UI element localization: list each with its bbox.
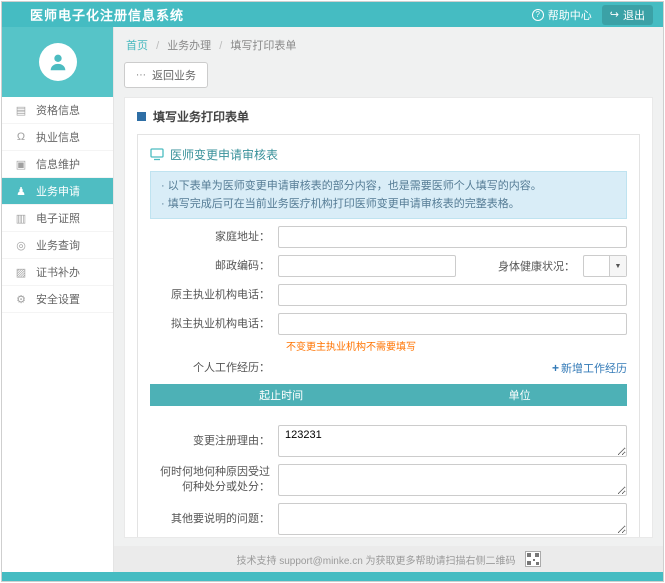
change-reason-textarea[interactable]: 123231 [278,425,627,457]
practice-icon: Ω [15,131,27,143]
postal-code-input[interactable] [278,255,456,277]
section-title: 填写业务打印表单 [137,108,640,125]
footer-text: 技术支持 support@minke.cn 为获取更多帮助请扫描右侧二维码 [236,552,515,567]
info-line: 以下表单为医师变更申请审核表的部分内容，也是需要医师个人填写的内容。 [161,177,616,195]
add-work-history-link[interactable]: + 新增工作经历 [552,360,627,376]
original-org-phone-label: 原主执业机构电话： [150,288,278,303]
sidebar-item-e-certificate[interactable]: ▥ 电子证照 [2,205,113,232]
sidebar-item-qualification-info[interactable]: ▤ 资格信息 [2,97,113,124]
sidebar-item-label: 业务申请 [36,183,80,199]
form-document-icon [150,148,164,161]
change-reason-label: 变更注册理由： [150,434,278,449]
help-label: 帮助中心 [548,7,592,23]
home-address-label: 家庭地址： [150,230,278,245]
proposed-org-phone-input[interactable] [278,313,627,335]
breadcrumb-separator: / [219,40,222,52]
business-application-icon: ♟ [15,185,27,198]
maintenance-icon: ▣ [15,158,27,171]
sidebar-item-label: 信息维护 [36,156,80,172]
column-header-unit: 单位 [412,387,627,403]
home-address-input[interactable] [278,226,627,248]
certificate-reissue-icon: ▨ [15,266,27,279]
column-header-period: 起止时间 [150,387,412,403]
logout-label: 退出 [623,7,645,23]
sidebar-item-label: 业务查询 [36,237,80,253]
top-header: 医师电子化注册信息系统 ? 帮助中心 ↪ 退出 [2,2,663,27]
back-icon: ⋯ [136,70,146,81]
qualification-icon: ▤ [15,104,27,117]
punishment-label: 何时何地何种原因受过何种处分或处分： [150,465,278,495]
work-history-table: 起止时间 单位 [150,384,627,418]
work-history-table-header: 起止时间 单位 [150,384,627,406]
sidebar-item-practice-info[interactable]: Ω 执业信息 [2,124,113,151]
e-certificate-icon: ▥ [15,212,27,225]
sidebar-item-business-application[interactable]: ♟ 业务申请 [2,178,113,205]
business-query-icon: ◎ [15,239,27,252]
breadcrumb-separator: / [156,40,159,52]
avatar[interactable] [39,43,77,81]
card-title-text: 医师变更申请审核表 [170,146,278,163]
breadcrumb-business[interactable]: 业务办理 [167,40,211,52]
work-history-label: 个人工作经历： [150,361,278,376]
help-center-link[interactable]: ? 帮助中心 [532,7,592,23]
original-org-phone-input[interactable] [278,284,627,306]
sidebar-item-certificate-reissue[interactable]: ▨ 证书补办 [2,259,113,286]
sidebar-item-label: 资格信息 [36,102,80,118]
breadcrumb-current: 填写打印表单 [230,40,296,52]
chevron-down-icon: ▼ [609,256,626,276]
section-square-icon [137,112,146,121]
sidebar-item-label: 执业信息 [36,129,80,145]
punishment-textarea[interactable] [278,464,627,496]
app-title: 医师电子化注册信息系统 [30,5,184,24]
info-line: 填写完成后可在当前业务医疗机构打印医师变更申请审核表的完整表格。 [161,195,616,213]
breadcrumb-home[interactable]: 首页 [126,40,148,52]
proposed-org-phone-label: 拟主执业机构电话： [150,317,278,332]
help-icon: ? [532,9,544,21]
sidebar-item-security-settings[interactable]: ⚙ 安全设置 [2,286,113,313]
card-title: 医师变更申请审核表 [150,144,627,171]
health-status-label: 身体健康状况： [498,258,575,274]
other-issues-textarea[interactable] [278,503,627,535]
plus-icon: + [552,361,559,375]
add-work-history-label: 新增工作经历 [561,360,627,376]
qr-code-icon [525,551,541,567]
security-settings-icon: ⚙ [15,293,27,306]
back-button-label: 返回业务 [152,67,196,83]
breadcrumb: 首页 / 业务办理 / 填写打印表单 [124,35,653,62]
sidebar-item-info-maintenance[interactable]: ▣ 信息维护 [2,151,113,178]
sidebar-item-label: 电子证照 [36,210,80,226]
logout-button[interactable]: ↪ 退出 [602,5,653,25]
sidebar: ▤ 资格信息 Ω 执业信息 ▣ 信息维护 ♟ 业务申请 ▥ 电子证照 ◎ 业务查… [2,27,114,572]
sidebar-item-label: 证书补办 [36,264,80,280]
logout-icon: ↪ [610,8,619,21]
back-to-business-button[interactable]: ⋯ 返回业务 [124,62,208,88]
work-history-table-body [150,406,627,418]
postal-code-label: 邮政编码： [150,259,278,274]
review-form-card: 医师变更申请审核表 以下表单为医师变更申请审核表的部分内容，也是需要医师个人填写… [137,134,640,538]
bottom-accent-strip [2,572,663,581]
doctor-icon [47,51,69,73]
main-content: 首页 / 业务办理 / 填写打印表单 ⋯ 返回业务 填写业务打印表单 [114,27,663,572]
avatar-block [2,27,113,97]
other-issues-label: 其他要说明的问题： [150,512,278,527]
info-box: 以下表单为医师变更申请审核表的部分内容，也是需要医师个人填写的内容。 填写完成后… [150,171,627,219]
form-panel: 填写业务打印表单 医师变更申请审核表 以下表单为医师变更申请审核表的部分内容，也… [124,97,653,538]
proposed-org-phone-note: 不变更主执业机构不需要填写 [286,335,627,353]
app-window: 医师电子化注册信息系统 ? 帮助中心 ↪ 退出 [1,1,664,582]
sidebar-item-business-query[interactable]: ◎ 业务查询 [2,232,113,259]
footer: 技术支持 support@minke.cn 为获取更多帮助请扫描右侧二维码 [114,546,663,572]
sidebar-item-label: 安全设置 [36,291,80,307]
health-status-select[interactable]: ▼ [583,255,627,277]
